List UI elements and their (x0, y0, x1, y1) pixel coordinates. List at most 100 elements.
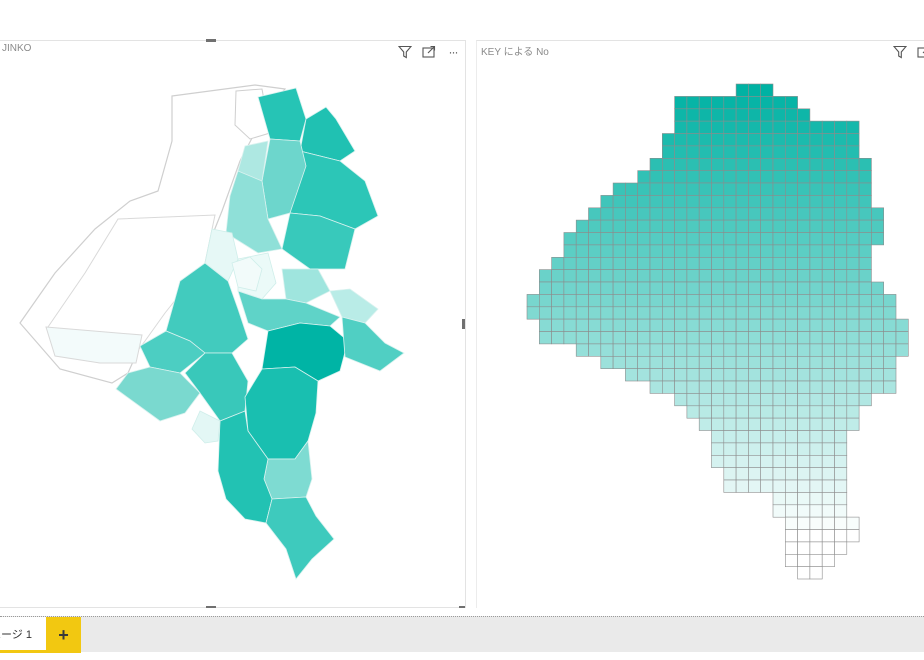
tile-cell[interactable] (735, 207, 749, 221)
tile-cell[interactable] (588, 232, 602, 246)
tile-cell[interactable] (883, 318, 897, 332)
tile-cell[interactable] (698, 232, 712, 246)
tile-cell[interactable] (588, 219, 602, 233)
tile-cell[interactable] (809, 182, 823, 196)
tile-cell[interactable] (649, 294, 663, 308)
tile-cell[interactable] (858, 393, 872, 407)
tile-cell[interactable] (711, 219, 725, 233)
tile-cell[interactable] (809, 541, 823, 555)
tile-cell[interactable] (784, 269, 798, 283)
tile-cell[interactable] (674, 120, 688, 134)
tile-cell[interactable] (784, 541, 798, 555)
tile-cell[interactable] (760, 294, 774, 308)
tile-cell[interactable] (735, 133, 749, 147)
tile-cell[interactable] (834, 306, 848, 320)
tile-cell[interactable] (674, 281, 688, 295)
tile-cell[interactable] (895, 331, 909, 345)
tile-cell[interactable] (821, 479, 835, 493)
tile-cell[interactable] (784, 417, 798, 431)
tile-cell[interactable] (625, 306, 638, 320)
tile-cell[interactable] (834, 479, 848, 493)
tile-cell[interactable] (772, 393, 786, 407)
tile-cell[interactable] (834, 182, 848, 196)
tile-cell[interactable] (637, 355, 651, 369)
tile-cell[interactable] (538, 294, 552, 308)
tile-cell[interactable] (723, 393, 737, 407)
tile-cell[interactable] (698, 145, 712, 159)
tile-cell[interactable] (698, 281, 712, 295)
tile-cell[interactable] (711, 368, 725, 382)
tile-cell[interactable] (625, 182, 638, 196)
tile-cell[interactable] (846, 529, 860, 543)
tile-cell[interactable] (809, 145, 823, 159)
tile-cell[interactable] (588, 331, 602, 345)
tile-cell[interactable] (797, 281, 811, 295)
tile-cell[interactable] (748, 479, 761, 493)
tile-cell[interactable] (600, 269, 614, 283)
tile-cell[interactable] (711, 244, 725, 258)
tile-cell[interactable] (821, 120, 835, 134)
tile-cell[interactable] (625, 244, 638, 258)
tile-cell[interactable] (846, 355, 860, 369)
tile-cell[interactable] (637, 269, 651, 283)
tile-cell[interactable] (600, 343, 614, 357)
tile-cell[interactable] (686, 294, 700, 308)
tile-cell[interactable] (600, 306, 614, 320)
tile-cell[interactable] (637, 294, 651, 308)
tile-cell[interactable] (809, 529, 823, 543)
tile-cell[interactable] (662, 306, 675, 320)
tile-cell[interactable] (760, 158, 774, 172)
tile-cell[interactable] (711, 318, 725, 332)
tile-cell[interactable] (686, 195, 700, 209)
tile-cell[interactable] (600, 318, 614, 332)
tile-cell[interactable] (797, 108, 811, 122)
tile-cell[interactable] (735, 294, 749, 308)
tile-cell[interactable] (760, 393, 774, 407)
tile-cell[interactable] (797, 331, 811, 345)
district-15[interactable] (341, 316, 405, 372)
tile-cell[interactable] (698, 306, 712, 320)
tile-cell[interactable] (797, 219, 811, 233)
tile-cell[interactable] (588, 257, 602, 271)
tile-cell[interactable] (797, 182, 811, 196)
tile-cell[interactable] (748, 182, 761, 196)
tile-cell[interactable] (563, 306, 577, 320)
tile-cell[interactable] (662, 219, 675, 233)
tile-cell[interactable] (797, 306, 811, 320)
tile-cell[interactable] (649, 355, 663, 369)
tile-cell[interactable] (563, 257, 577, 271)
tile-cell[interactable] (723, 244, 737, 258)
tile-cell[interactable] (797, 343, 811, 357)
tile-cell[interactable] (834, 281, 848, 295)
tile-cell[interactable] (784, 504, 798, 518)
tile-cell[interactable] (809, 120, 823, 134)
tile-cell[interactable] (748, 380, 761, 394)
tile-cell[interactable] (698, 355, 712, 369)
tile-cell[interactable] (612, 219, 626, 233)
tile-cell[interactable] (563, 281, 577, 295)
tile-cell[interactable] (748, 318, 761, 332)
tile-cell[interactable] (662, 232, 675, 246)
tile-cell[interactable] (809, 442, 823, 456)
tile-cell[interactable] (723, 219, 737, 233)
tile-cell[interactable] (698, 343, 712, 357)
tile-cell[interactable] (846, 244, 860, 258)
tile-cell[interactable] (834, 393, 848, 407)
tile-cell[interactable] (809, 405, 823, 419)
tile-cell[interactable] (784, 108, 798, 122)
tile-cell[interactable] (649, 195, 663, 209)
tile-cell[interactable] (834, 244, 848, 258)
tile-cell[interactable] (526, 294, 540, 308)
tile-cell[interactable] (600, 331, 614, 345)
tile-cell[interactable] (797, 541, 811, 555)
tile-cell[interactable] (834, 442, 848, 456)
tile-cell[interactable] (735, 83, 749, 97)
tile-cell[interactable] (612, 331, 626, 345)
tile-cell[interactable] (649, 306, 663, 320)
tile-cell[interactable] (784, 120, 798, 134)
tile-cell[interactable] (637, 318, 651, 332)
district-22[interactable] (265, 496, 335, 580)
tile-cell[interactable] (748, 430, 761, 444)
tile-cell[interactable] (797, 232, 811, 246)
tile-cell[interactable] (809, 281, 823, 295)
